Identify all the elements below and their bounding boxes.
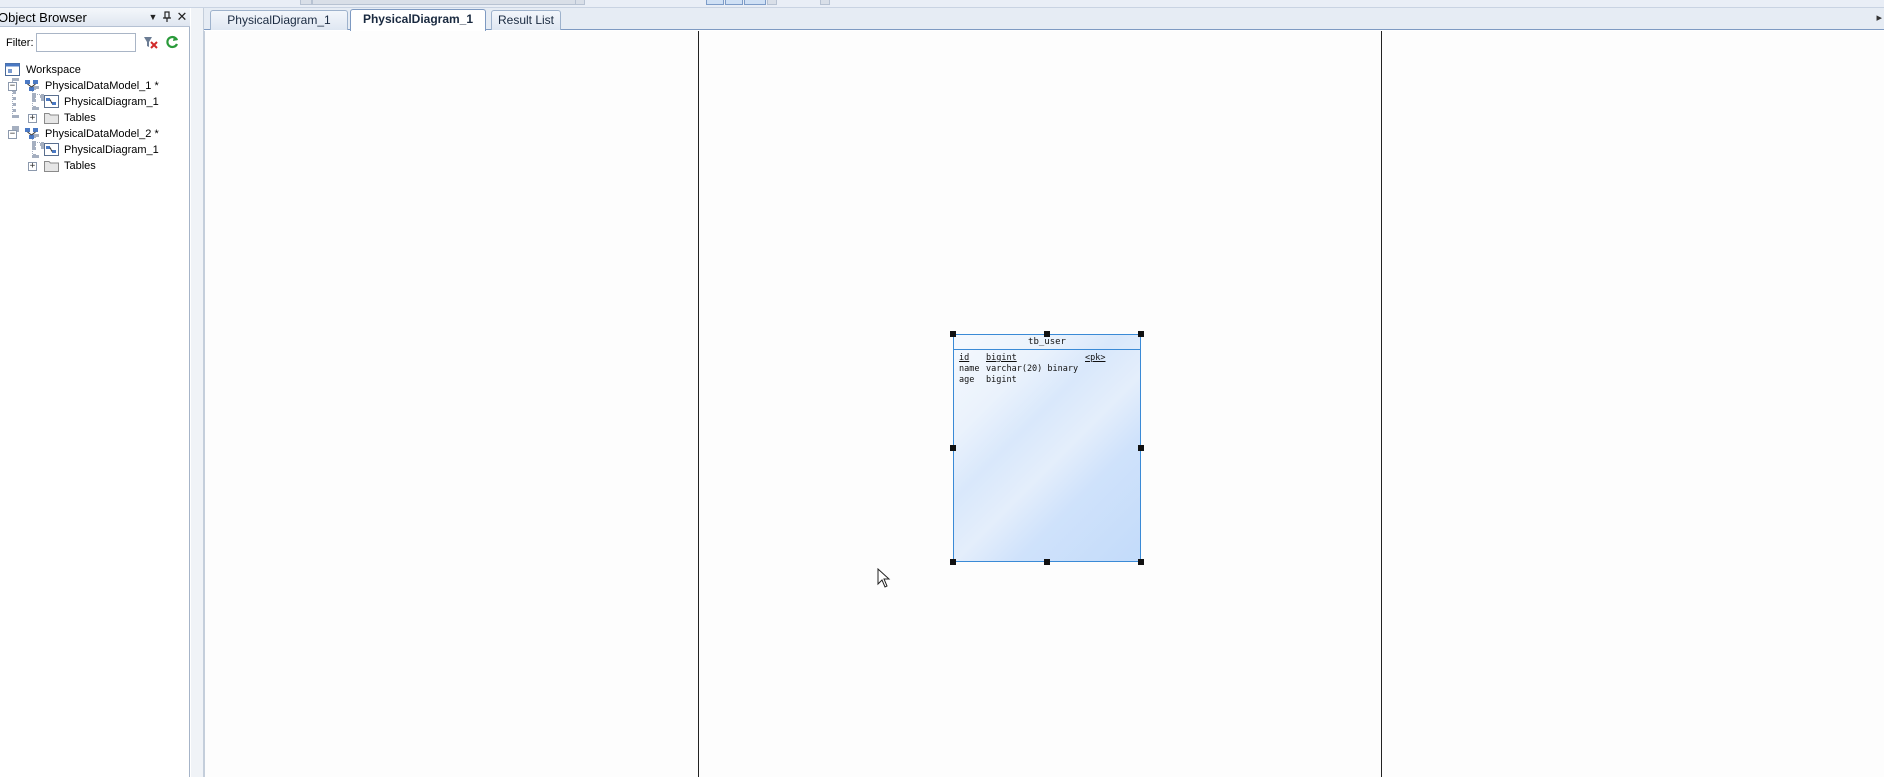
toolbar-segment[interactable] — [725, 0, 743, 5]
app-window: Object Browser ▼ ✕ Filter: Workspace − P… — [0, 0, 1884, 777]
document-tab-bar: PhysicalDiagram_1 PhysicalDiagram_1 Resu… — [204, 8, 1884, 31]
filter-row: Filter: — [0, 32, 190, 56]
tree-node-data-model[interactable]: − PhysicalDataModel_1 * — [0, 78, 190, 94]
page-boundary-line — [1381, 31, 1382, 777]
toolbar-segment[interactable] — [767, 0, 777, 5]
toolbar-segment[interactable] — [575, 0, 585, 5]
clear-filter-icon[interactable] — [142, 34, 158, 50]
tab-overflow-icon[interactable]: ▸ — [1876, 11, 1882, 24]
tree-node-data-model[interactable]: − PhysicalDataModel_2 * — [0, 126, 190, 142]
object-browser-title: Object Browser — [0, 10, 87, 25]
workspace-icon — [5, 63, 20, 76]
tree-node-label: Tables — [64, 112, 96, 124]
column-row: name varchar(20) binary — [959, 364, 1139, 375]
resize-handle[interactable] — [1138, 445, 1144, 451]
toolbar-segment[interactable] — [300, 0, 312, 5]
data-model-icon — [24, 127, 39, 140]
tab-result-list[interactable]: Result List — [491, 10, 561, 30]
tree-node-tables[interactable]: + Tables — [0, 158, 190, 174]
top-toolbar-strip — [0, 0, 1884, 8]
tree-node-diagram[interactable]: PhysicalDiagram_1 — [0, 94, 190, 110]
resize-handle[interactable] — [1138, 559, 1144, 565]
resize-handle[interactable] — [950, 445, 956, 451]
pin-icon[interactable] — [160, 9, 174, 25]
column-name: name — [959, 364, 980, 374]
expand-toggle[interactable]: + — [28, 162, 37, 171]
column-name: id — [959, 353, 970, 363]
mouse-cursor-icon — [877, 567, 891, 588]
toolbar-segment[interactable] — [312, 0, 582, 5]
column-type: bigint — [986, 353, 1017, 363]
object-browser-header: Object Browser ▼ ✕ — [0, 8, 190, 27]
table-entity-tb-user[interactable]: tb_user id bigint <pk> name varchar(20) … — [953, 334, 1141, 562]
page-boundary-line — [698, 31, 699, 777]
toolbar-segment[interactable] — [706, 0, 724, 5]
tree-node-label: PhysicalDataModel_1 * — [45, 80, 159, 92]
close-icon[interactable]: ✕ — [175, 9, 189, 25]
column-row: id bigint <pk> — [959, 353, 1139, 364]
tree-node-label: PhysicalDiagram_1 — [64, 144, 159, 156]
resize-handle[interactable] — [950, 331, 956, 337]
refresh-icon[interactable] — [164, 34, 180, 50]
filter-label: Filter: — [6, 37, 34, 49]
entity-title: tb_user — [954, 335, 1140, 350]
filter-input[interactable] — [36, 33, 136, 52]
collapse-toggle[interactable]: − — [8, 82, 17, 91]
data-model-icon — [24, 79, 39, 92]
resize-handle[interactable] — [1044, 331, 1050, 337]
panel-menu-dropdown-icon[interactable]: ▼ — [146, 9, 160, 25]
tree-node-tables[interactable]: + Tables — [0, 110, 190, 126]
folder-icon — [44, 111, 59, 124]
tab-physical-diagram-1[interactable]: PhysicalDiagram_1 — [210, 10, 348, 30]
panel-splitter[interactable] — [191, 8, 204, 777]
tree-node-label: Tables — [64, 160, 96, 172]
tab-physical-diagram-1-active[interactable]: PhysicalDiagram_1 — [350, 9, 486, 31]
column-type: varchar(20) binary — [986, 364, 1079, 374]
column-name: age — [959, 375, 975, 385]
tree-node-label: Workspace — [26, 64, 81, 76]
tree-node-label: PhysicalDataModel_2 * — [45, 128, 159, 140]
resize-handle[interactable] — [1044, 559, 1050, 565]
diagram-icon — [44, 95, 59, 108]
object-browser-panel: Object Browser ▼ ✕ Filter: Workspace − P… — [0, 8, 190, 777]
tree-node-diagram[interactable]: PhysicalDiagram_1 — [0, 142, 190, 158]
folder-icon — [44, 159, 59, 172]
tree-node-workspace[interactable]: Workspace — [0, 62, 190, 78]
diagram-icon — [44, 143, 59, 156]
resize-handle[interactable] — [1138, 331, 1144, 337]
collapse-toggle[interactable]: − — [8, 130, 17, 139]
toolbar-segment[interactable] — [820, 0, 830, 5]
tree-node-label: PhysicalDiagram_1 — [64, 96, 159, 108]
column-row: age bigint — [959, 375, 1139, 386]
column-type: bigint — [986, 375, 1017, 385]
toolbar-segment[interactable] — [744, 0, 766, 5]
expand-toggle[interactable]: + — [28, 114, 37, 123]
column-key: <pk> — [1085, 353, 1106, 363]
resize-handle[interactable] — [950, 559, 956, 565]
